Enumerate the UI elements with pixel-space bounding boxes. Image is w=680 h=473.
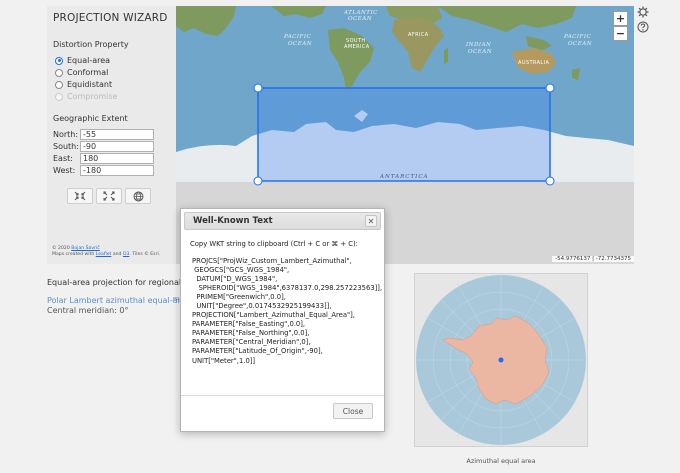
- map-label: OCEAN: [568, 41, 592, 47]
- radio-button[interactable]: [55, 56, 63, 65]
- east-label: East:: [53, 154, 73, 163]
- world-extent-button[interactable]: [125, 188, 151, 204]
- dialog-title: Well-Known Text: [193, 216, 273, 226]
- gear-icon[interactable]: [637, 6, 649, 18]
- distortion-heading: Distortion Property: [53, 40, 129, 49]
- copy-instructions: Copy WKT string to clipboard (Ctrl + C o…: [190, 240, 358, 248]
- radio-button: [55, 92, 63, 101]
- coordinate-readout: -54.9776137 | -72.7734375: [552, 256, 634, 262]
- top-icons: [637, 6, 649, 33]
- leaflet-link[interactable]: Leaflet: [96, 252, 112, 257]
- radio-equidistant[interactable]: Equidistant: [55, 80, 112, 89]
- zoom-in-button[interactable]: +: [613, 11, 628, 26]
- central-meridian: Central meridian: 0°: [47, 306, 129, 315]
- pole-marker: [498, 357, 504, 363]
- dialog-header[interactable]: Well-Known Text ✕: [184, 212, 381, 230]
- radio-label: Conformal: [67, 68, 109, 77]
- radio-label: Equidistant: [67, 80, 113, 89]
- zoom-out-button[interactable]: −: [613, 26, 628, 41]
- madagascar: [444, 48, 448, 64]
- extent-selection[interactable]: [257, 87, 551, 182]
- projection-preview: [414, 273, 588, 447]
- north-label: North:: [53, 130, 79, 139]
- extent-handle[interactable]: [253, 83, 263, 93]
- radio-compromise: Compromise: [55, 92, 117, 101]
- extent-handle[interactable]: [545, 83, 555, 93]
- collapse-icon: [74, 191, 86, 201]
- extent-handle[interactable]: [545, 176, 555, 186]
- collapse-extent-button[interactable]: [67, 188, 93, 204]
- wkt-string[interactable]: PROJCS["ProjWiz_Custom_Lambert_Azimuthal…: [192, 257, 382, 366]
- south-input[interactable]: -90: [80, 141, 154, 152]
- close-button[interactable]: Close: [333, 403, 373, 419]
- preview-map: [416, 275, 586, 445]
- dialog-divider: [181, 395, 384, 396]
- settings-panel: PROJECTION WIZARD Distortion Property Eq…: [47, 6, 176, 264]
- east-input[interactable]: 180: [80, 153, 154, 164]
- expand-extent-button[interactable]: [96, 188, 122, 204]
- map-label: AFRICA: [408, 32, 429, 38]
- app-title: PROJECTION WIZARD: [53, 12, 168, 24]
- close-icon[interactable]: ✕: [365, 215, 377, 227]
- map-label: AUSTRALIA: [518, 60, 549, 66]
- radio-label: Compromise: [67, 92, 118, 101]
- help-icon[interactable]: [637, 21, 649, 33]
- expand-icon: [103, 191, 115, 201]
- map-label: PACIFIC: [563, 34, 592, 40]
- author-link[interactable]: Bojan Šavrič: [71, 246, 100, 251]
- map-label: OCEAN: [348, 16, 372, 22]
- extent-handle[interactable]: [253, 176, 263, 186]
- radio-label: Equal-area: [67, 56, 111, 65]
- map-label: INDIAN: [465, 42, 491, 48]
- radio-equal-area[interactable]: Equal-area: [55, 56, 110, 65]
- radio-conformal[interactable]: Conformal: [55, 68, 108, 77]
- globe-icon: [133, 191, 143, 201]
- wkt-dialog: Well-Known Text ✕ Copy WKT string to cli…: [180, 208, 385, 432]
- west-label: West:: [53, 166, 76, 175]
- map-label: OCEAN: [288, 41, 312, 47]
- map-label: OCEAN: [468, 49, 492, 55]
- map-label: PACIFIC: [283, 34, 312, 40]
- credits: © 2020 Bojan Šavrič Maps created with Le…: [52, 246, 161, 257]
- projection-link[interactable]: Polar Lambert azimuthal equal-area: [47, 296, 191, 305]
- preview-caption: Azimuthal equal area: [466, 457, 536, 465]
- south-label: South:: [53, 142, 79, 151]
- extent-heading: Geographic Extent: [53, 114, 128, 123]
- map-label: AMERICA: [344, 44, 370, 50]
- radio-button[interactable]: [55, 68, 63, 77]
- north-input[interactable]: -55: [80, 129, 154, 140]
- west-input[interactable]: -180: [80, 165, 154, 176]
- radio-button[interactable]: [55, 80, 63, 89]
